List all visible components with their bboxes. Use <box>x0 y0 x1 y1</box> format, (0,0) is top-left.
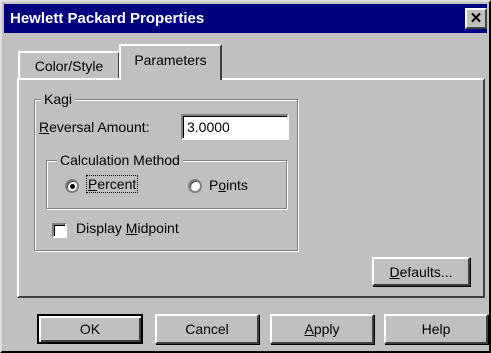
title-bar[interactable]: Hewlett Packard Properties ✕ <box>4 4 487 33</box>
apply-button[interactable]: Apply <box>270 314 374 344</box>
reversal-amount-input[interactable] <box>181 114 289 140</box>
window-title: Hewlett Packard Properties <box>10 10 205 27</box>
display-midpoint-checkbox[interactable] <box>52 223 67 238</box>
display-midpoint-label[interactable]: Display Midpoint <box>76 220 179 236</box>
points-label[interactable]: Points <box>209 177 248 193</box>
cancel-button[interactable]: Cancel <box>155 314 259 344</box>
tab-color-style-label: Color/Style <box>34 57 104 74</box>
tab-parameters[interactable]: Parameters <box>119 44 222 80</box>
points-radio[interactable] <box>188 179 202 193</box>
reversal-amount-label: Reversal Amount: <box>39 119 150 135</box>
help-button[interactable]: Help <box>384 314 488 344</box>
radio-selected-dot <box>69 183 75 189</box>
kagi-group-label: Kagi <box>41 91 76 107</box>
close-button[interactable]: ✕ <box>465 8 487 29</box>
close-icon: ✕ <box>469 10 483 27</box>
percent-radio[interactable] <box>65 179 79 193</box>
properties-dialog: Hewlett Packard Properties ✕ Color/Style… <box>0 0 491 353</box>
defaults-button[interactable]: Defaults... <box>372 257 470 286</box>
ok-button[interactable]: OK <box>37 314 143 344</box>
tab-parameters-label: Parameters <box>134 52 207 68</box>
calculation-method-label: Calculation Method <box>57 152 183 168</box>
percent-label[interactable]: Percent <box>86 175 139 193</box>
tab-color-style[interactable]: Color/Style <box>18 51 120 78</box>
